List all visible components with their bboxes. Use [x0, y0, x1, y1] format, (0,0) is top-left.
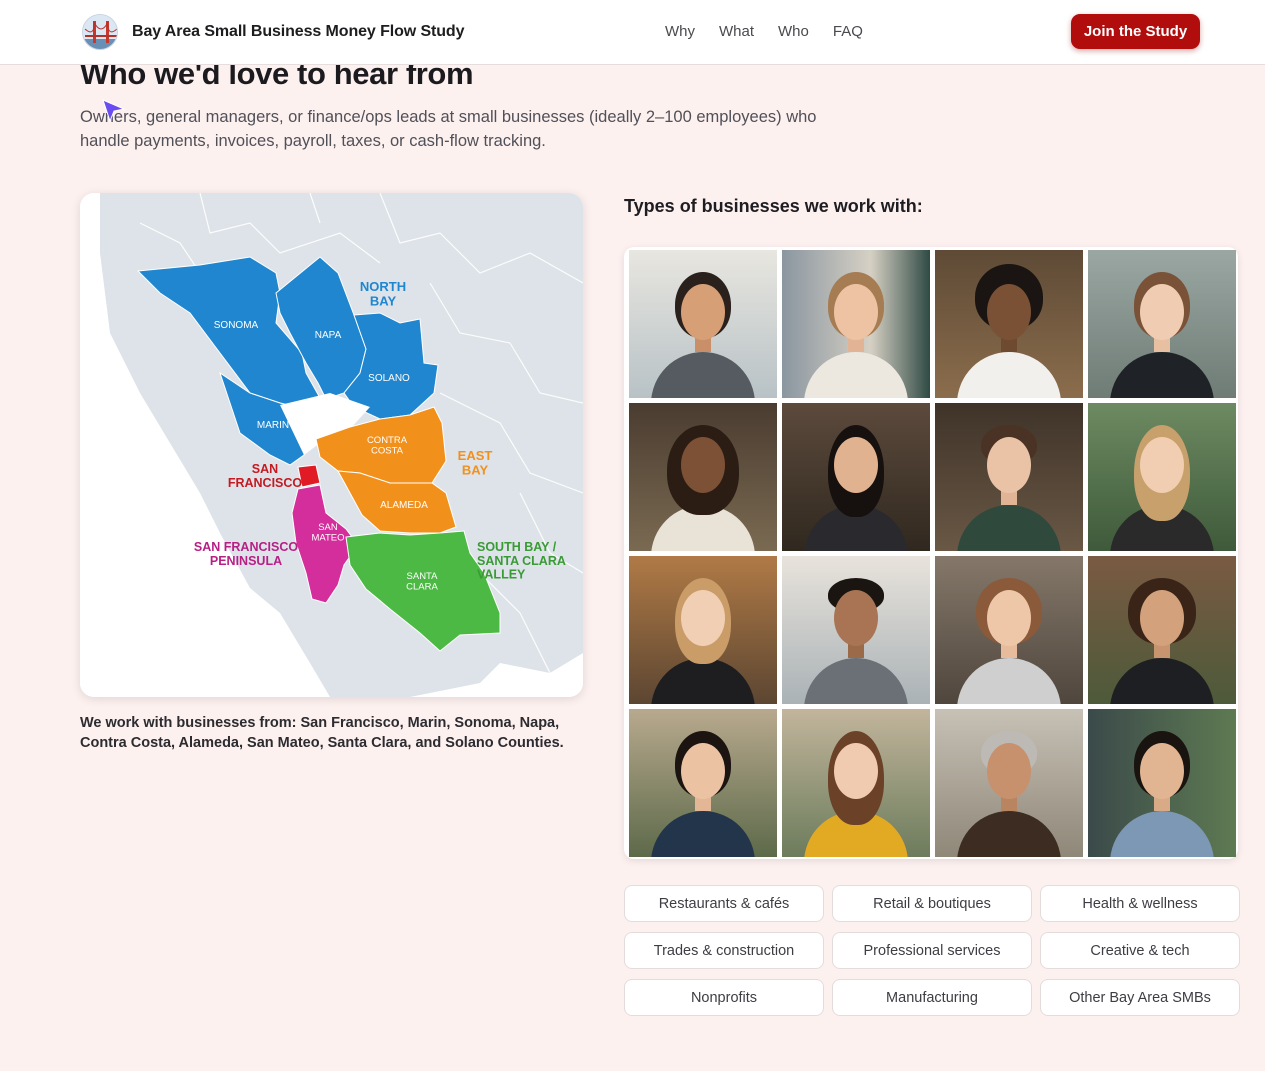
portrait-grid — [624, 247, 1238, 859]
map-caption: We work with businesses from: San Franci… — [80, 715, 564, 751]
portrait-photo — [629, 709, 777, 857]
portrait-photo — [629, 403, 777, 551]
nav-why[interactable]: Why — [665, 23, 695, 40]
tag-other[interactable]: Other Bay Area SMBs — [1040, 979, 1240, 1016]
tag-creative[interactable]: Creative & tech — [1040, 932, 1240, 969]
join-study-button[interactable]: Join the Study — [1071, 14, 1200, 49]
portrait-photo — [1088, 403, 1236, 551]
portrait-photo — [629, 556, 777, 704]
section-lead: Owners, general managers, or finance/ops… — [80, 108, 817, 150]
map-label-napa: NAPA — [315, 330, 342, 341]
business-types-title: Types of businesses we work with: — [624, 196, 923, 216]
portrait-photo — [782, 250, 930, 398]
site-header: Bay Area Small Business Money Flow Study… — [0, 0, 1265, 65]
portrait-photo — [782, 709, 930, 857]
brand[interactable]: Bay Area Small Business Money Flow Study — [82, 14, 465, 50]
nav-what[interactable]: What — [719, 23, 754, 40]
map-label-east-bay: EAST BAY — [458, 448, 493, 477]
map-label-marin: MARIN — [257, 420, 289, 431]
map-label-santa-clara: SANTA CLARA — [406, 571, 438, 592]
business-type-tags: Restaurants & cafés Retail & boutiques H… — [624, 885, 1240, 1016]
portrait-photo — [935, 556, 1083, 704]
portrait-photo — [1088, 250, 1236, 398]
nav-who[interactable]: Who — [778, 23, 809, 40]
tag-professional[interactable]: Professional services — [832, 932, 1032, 969]
tag-nonprofits[interactable]: Nonprofits — [624, 979, 824, 1016]
brand-title: Bay Area Small Business Money Flow Study — [132, 23, 465, 40]
portrait-photo — [1088, 709, 1236, 857]
nav-faq[interactable]: FAQ — [833, 23, 863, 40]
map-label-solano: SOLANO — [368, 373, 410, 384]
golden-gate-bridge-icon — [82, 14, 118, 50]
portrait-photo — [782, 556, 930, 704]
map-label-sonoma: SONOMA — [214, 320, 259, 331]
tag-manufacturing[interactable]: Manufacturing — [832, 979, 1032, 1016]
tag-retail[interactable]: Retail & boutiques — [832, 885, 1032, 922]
main-nav: Why What Who FAQ — [665, 23, 863, 40]
portrait-photo — [935, 403, 1083, 551]
bay-area-map: NORTH BAY SONOMA NAPA SOLANO MARIN CONTRA… — [80, 193, 583, 697]
tag-restaurants[interactable]: Restaurants & cafés — [624, 885, 824, 922]
cursor-pointer-icon — [102, 99, 126, 123]
portrait-photo — [629, 250, 777, 398]
tag-trades[interactable]: Trades & construction — [624, 932, 824, 969]
map-label-contra-costa: CONTRA COSTA — [367, 435, 408, 456]
tag-health[interactable]: Health & wellness — [1040, 885, 1240, 922]
portrait-photo — [935, 250, 1083, 398]
portrait-photo — [1088, 556, 1236, 704]
map-label-alameda: ALAMEDA — [380, 500, 428, 511]
portrait-photo — [782, 403, 930, 551]
portrait-photo — [935, 709, 1083, 857]
